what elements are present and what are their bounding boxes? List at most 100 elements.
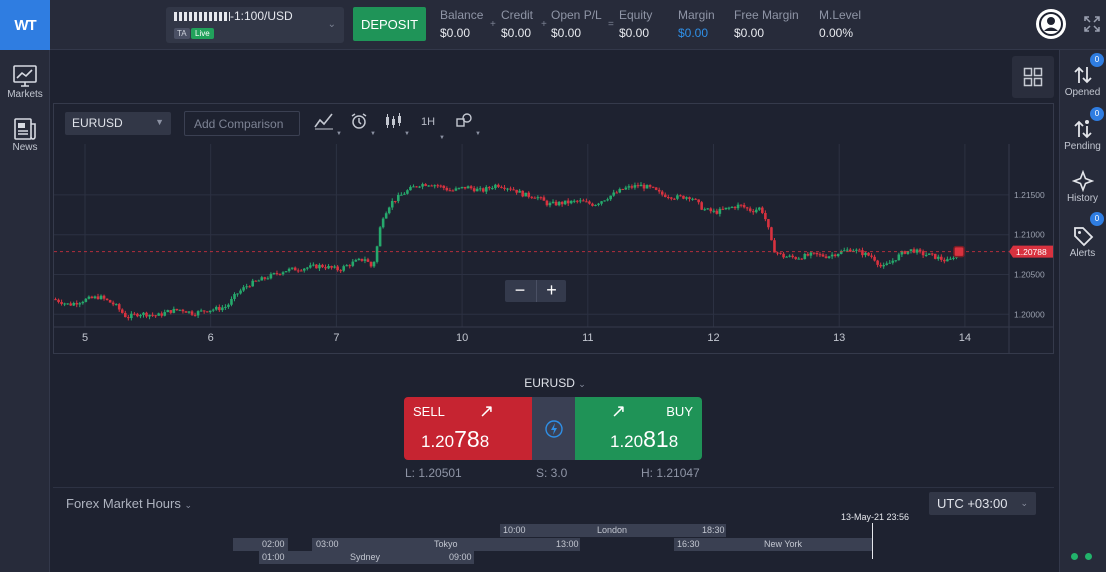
candle-body [569,200,573,204]
candle-body [858,249,861,251]
candles-button[interactable]: ▼ [384,112,410,137]
status-dot [1071,553,1078,560]
candle-body [703,209,706,211]
candle-body [69,303,72,306]
candle-body [888,262,892,264]
market-hours-title: Forex Market Hours [66,496,181,511]
candle-body [406,190,409,194]
candle-body [533,197,537,199]
x-tick-label: 13 [833,332,845,344]
candle-body [375,246,379,262]
nav-pending[interactable]: Pending 0 [1059,107,1106,152]
candle-body [169,310,173,313]
candle-body [694,198,697,200]
candle-body [524,192,528,197]
nav-news[interactable]: News [0,118,50,153]
candle-body [830,254,834,257]
candle-body [157,313,160,316]
chart-type-button[interactable]: ▼ [314,112,342,137]
candle-body [430,185,433,187]
candle-body [591,203,594,206]
candle-body [585,201,588,203]
fullscreen-icon[interactable] [1082,14,1102,34]
candle-body [151,314,154,316]
buy-button[interactable]: ↗ BUY 1.20818 [575,397,702,460]
account-selector[interactable]: -1:100/USD TA Live ⌄ [166,7,344,43]
zoom-out-button[interactable]: − [505,280,535,302]
candle-body [767,219,770,228]
candle-body [709,208,713,212]
deposit-button[interactable]: DEPOSIT [353,7,426,41]
divider [53,487,1054,488]
timeframe-button[interactable]: 1H ▼ [421,116,445,141]
candle-body [509,188,512,190]
logo: WT [0,0,50,50]
candle-body [387,207,391,214]
candle-body [54,299,57,301]
drawing-tools-button[interactable]: ▼ [455,112,481,137]
candle-body [645,185,649,189]
candle-body [214,306,218,310]
x-tick-label: 6 [208,332,214,344]
nav-alerts-label: Alerts [1069,248,1096,259]
candle-body [630,186,634,188]
candle-body [912,249,916,253]
market-hours-toggle[interactable]: Forex Market Hours ⌄ [66,496,192,511]
candle-body [384,213,388,219]
add-comparison-input[interactable]: Add Comparison [184,111,300,136]
candle-body [554,201,558,206]
candle-body [803,253,807,260]
candle-body [842,250,846,252]
candle-body [515,189,518,193]
candle-body [460,186,464,188]
nav-opened[interactable]: Opened 0 [1059,53,1106,98]
candle-body [660,191,664,195]
candle-body [245,286,248,288]
spread: S: 3.0 [536,466,568,480]
candle-body [518,190,521,193]
sell-button[interactable]: SELL ↗ 1.20788 [404,397,532,460]
candle-body [433,185,437,187]
candle-body [145,312,148,317]
candle-body [87,296,91,299]
candle-body [706,208,710,210]
nav-alerts[interactable]: Alerts 0 [1059,212,1106,259]
candle-body [266,278,270,280]
candle-body [606,199,609,201]
candle-body [363,259,367,261]
zoom-in-button[interactable]: + [536,280,566,302]
status-dot [1085,553,1092,560]
candle-body [788,255,791,257]
price-chart[interactable]: 1.21500 1.21000 1.20500 1.20000 5 6 7 10 11 12 13 1… [54,144,1053,354]
candle-body [284,271,288,273]
up-down-arrows-icon [1073,66,1092,84]
candle-body [445,188,449,191]
candle-body [685,197,688,199]
candle-body [60,302,63,304]
candle-body [833,254,837,257]
candle-body [946,259,949,262]
candle-body [867,252,870,256]
candle-body [654,187,658,190]
stat-margin: Margin $0.00 [678,8,715,40]
candle-body [488,187,491,189]
alarm-button[interactable]: ▼ [350,112,376,137]
one-click-trading-toggle[interactable] [532,397,575,460]
tokyo-label: Tokyo [434,539,458,549]
candle-body [715,210,719,214]
candle-body [666,197,670,199]
new-york-label: New York [764,539,803,549]
candle-body [105,298,109,301]
nav-markets[interactable]: Markets [0,65,50,100]
user-avatar-icon[interactable] [1036,9,1066,39]
symbol-select-value: EURUSD [72,116,123,130]
nav-history[interactable]: History [1059,170,1106,204]
candle-body [263,277,267,279]
layout-grid-button[interactable] [1012,56,1054,98]
timezone-select[interactable]: UTC +03:00 ⌄ [929,492,1036,515]
candle-body [679,195,682,197]
candle-body [475,188,479,192]
symbol-select[interactable]: EURUSD ▼ [65,112,171,135]
candle-body [309,265,312,268]
trade-symbol-select[interactable]: EURUSD ⌄ [505,376,605,390]
